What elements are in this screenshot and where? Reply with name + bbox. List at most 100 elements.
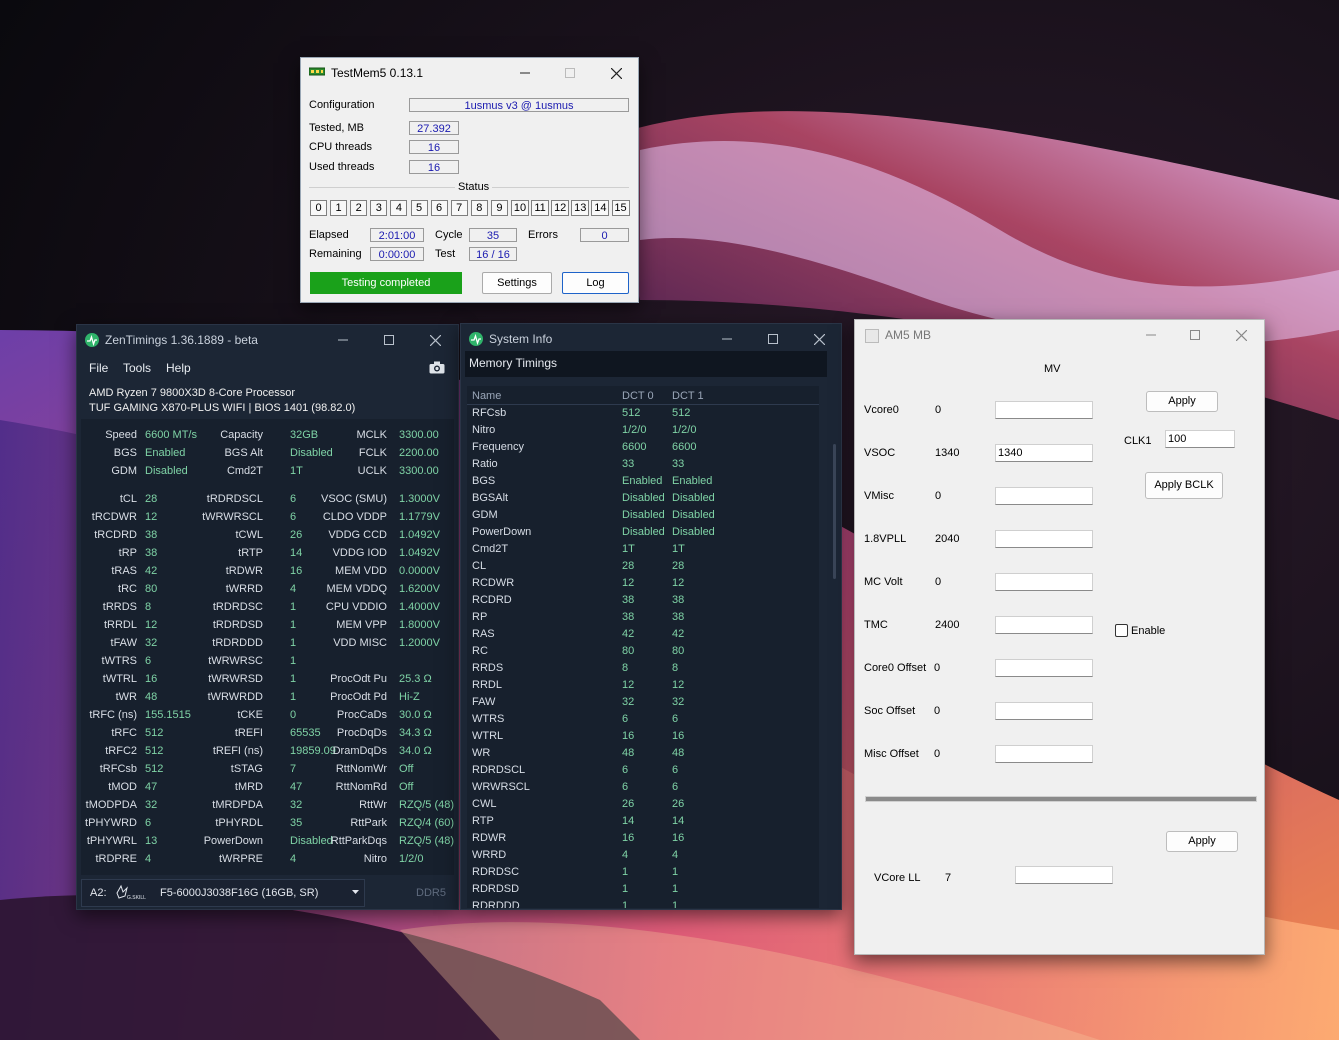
close-button[interactable] — [1231, 325, 1251, 345]
row-input[interactable] — [995, 444, 1093, 462]
table-row[interactable]: RRDS 8 8 — [467, 660, 819, 677]
thread-status-11: 11 — [531, 200, 550, 216]
col3-13-label: ProcDqDs — [336, 727, 387, 739]
col2-17-value: 32 — [290, 799, 303, 811]
log-button[interactable]: Log — [562, 272, 629, 294]
row-input[interactable] — [995, 616, 1093, 634]
minimize-button[interactable] — [333, 330, 353, 350]
minimize-button[interactable] — [515, 63, 535, 83]
table-row[interactable]: RFCsb 512 512 — [467, 405, 819, 422]
menu-file[interactable]: File — [89, 361, 108, 375]
table-row[interactable]: RC 80 80 — [467, 643, 819, 660]
thread-status-2: 2 — [350, 200, 368, 216]
table-row[interactable]: BGS Enabled Enabled — [467, 473, 819, 490]
row-name: RCDRD — [472, 594, 512, 606]
table-row[interactable]: WRRD 4 4 — [467, 847, 819, 864]
settings-button[interactable]: Settings — [482, 272, 552, 294]
row-dct0: 6 — [622, 713, 629, 725]
table-row[interactable]: RDRDDD 1 1 — [467, 898, 819, 908]
row-input[interactable] — [995, 401, 1093, 419]
table-row[interactable]: RDRDSCL 6 6 — [467, 762, 819, 779]
table-row[interactable]: RDRDSC 1 1 — [467, 864, 819, 881]
row-dct1: 33 — [672, 458, 685, 470]
row-input[interactable] — [995, 659, 1093, 677]
enable-checkbox[interactable] — [1115, 624, 1128, 637]
row-input[interactable] — [995, 530, 1093, 548]
table-row[interactable]: Ratio 33 33 — [467, 456, 819, 473]
column-header[interactable]: DCT 1 — [672, 390, 704, 402]
memory-chip-icon — [309, 67, 325, 76]
row-name: WRWRSCL — [472, 781, 530, 793]
col1-10-value: 16 — [145, 673, 158, 685]
test-label: Test — [435, 248, 456, 260]
table-row[interactable]: Nitro 1/2/0 1/2/0 — [467, 422, 819, 439]
column-header[interactable]: Name — [472, 390, 501, 402]
row-name: RRDL — [472, 679, 502, 691]
col1-12-value: 155.1515 — [145, 709, 191, 721]
table-row[interactable]: RCDRD 38 38 — [467, 592, 819, 609]
col2-3-value: 14 — [290, 547, 303, 559]
vcore-ll-input[interactable] — [1015, 866, 1113, 884]
table-row[interactable]: WTRS 6 6 — [467, 711, 819, 728]
maximize-button[interactable] — [560, 63, 580, 83]
testmem5-titlebar[interactable]: TestMem5 0.13.1 — [301, 58, 638, 88]
menu-tools[interactable]: Tools — [123, 361, 151, 375]
row-dct0: 6600 — [622, 441, 647, 453]
table-row[interactable]: CL 28 28 — [467, 558, 819, 575]
maximize-button[interactable] — [763, 329, 783, 349]
col3-20-value: 1/2/0 — [399, 853, 424, 865]
top-2-0-label: GDM — [111, 465, 137, 477]
table-row[interactable]: BGSAlt Disabled Disabled — [467, 490, 819, 507]
scrollbar[interactable] — [833, 444, 836, 579]
table-row[interactable]: CWL 26 26 — [467, 796, 819, 813]
row-input[interactable] — [995, 573, 1093, 591]
thread-status-5: 5 — [410, 200, 428, 216]
column-header[interactable]: DCT 0 — [622, 390, 654, 402]
minimize-button[interactable] — [1141, 325, 1161, 345]
col1-20-label: tRDPRE — [95, 853, 137, 865]
row-dct1: 28 — [672, 560, 685, 572]
table-row[interactable]: WTRL 16 16 — [467, 728, 819, 745]
col1-5-label: tRC — [118, 583, 137, 595]
col2-2-label: tCWL — [235, 529, 264, 541]
dimm-selector[interactable]: A2: G.SKILL F5-6000J3038F16G (16GB, SR) — [81, 879, 365, 907]
minimize-button[interactable] — [717, 329, 737, 349]
zentimings-titlebar[interactable]: ZenTimings 1.36.1889 - beta — [77, 325, 458, 355]
table-row[interactable]: RTP 14 14 — [467, 813, 819, 830]
table-row[interactable]: WRWRSCL 6 6 — [467, 779, 819, 796]
table-row[interactable]: FAW 32 32 — [467, 694, 819, 711]
apply-vcore-ll-button[interactable]: Apply — [1166, 831, 1238, 852]
table-row[interactable]: WR 48 48 — [467, 745, 819, 762]
menu-help[interactable]: Help — [166, 361, 191, 375]
table-row[interactable]: RDWR 16 16 — [467, 830, 819, 847]
table-row[interactable]: RDRDSD 1 1 — [467, 881, 819, 898]
table-row[interactable]: RAS 42 42 — [467, 626, 819, 643]
table-row[interactable]: Frequency 6600 6600 — [467, 439, 819, 456]
table-row[interactable]: RP 38 38 — [467, 609, 819, 626]
clk1-input[interactable] — [1165, 430, 1235, 448]
apply-button[interactable]: Apply — [1146, 391, 1218, 412]
system-info-titlebar[interactable]: System Info — [461, 324, 841, 354]
divider-slider[interactable] — [865, 796, 1257, 802]
camera-icon[interactable] — [429, 361, 445, 374]
table-row[interactable]: GDM Disabled Disabled — [467, 507, 819, 524]
apply-bclk-button[interactable]: Apply BCLK — [1145, 472, 1223, 499]
row-input[interactable] — [995, 487, 1093, 505]
maximize-button[interactable] — [1185, 325, 1205, 345]
close-button[interactable] — [425, 330, 445, 350]
table-row[interactable]: RCDWR 12 12 — [467, 575, 819, 592]
am5-titlebar[interactable]: AM5 MB — [855, 320, 1264, 350]
thread-status-6: 6 — [430, 200, 448, 216]
close-button[interactable] — [809, 329, 829, 349]
row-name: RDRDDD — [472, 900, 520, 908]
zentimings-logo-icon — [469, 332, 483, 346]
row-input[interactable] — [995, 702, 1093, 720]
table-row[interactable]: RRDL 12 12 — [467, 677, 819, 694]
table-row[interactable]: PowerDown Disabled Disabled — [467, 524, 819, 541]
table-row[interactable]: Cmd2T 1T 1T — [467, 541, 819, 558]
row-input[interactable] — [995, 745, 1093, 763]
timings-table[interactable]: Name DCT 0 DCT 1 RFCsb 512 512 Nitro 1/2/0 1/2/0… — [467, 386, 819, 908]
close-button[interactable] — [606, 63, 626, 83]
col2-15-value: 7 — [290, 763, 297, 775]
maximize-button[interactable] — [379, 330, 399, 350]
